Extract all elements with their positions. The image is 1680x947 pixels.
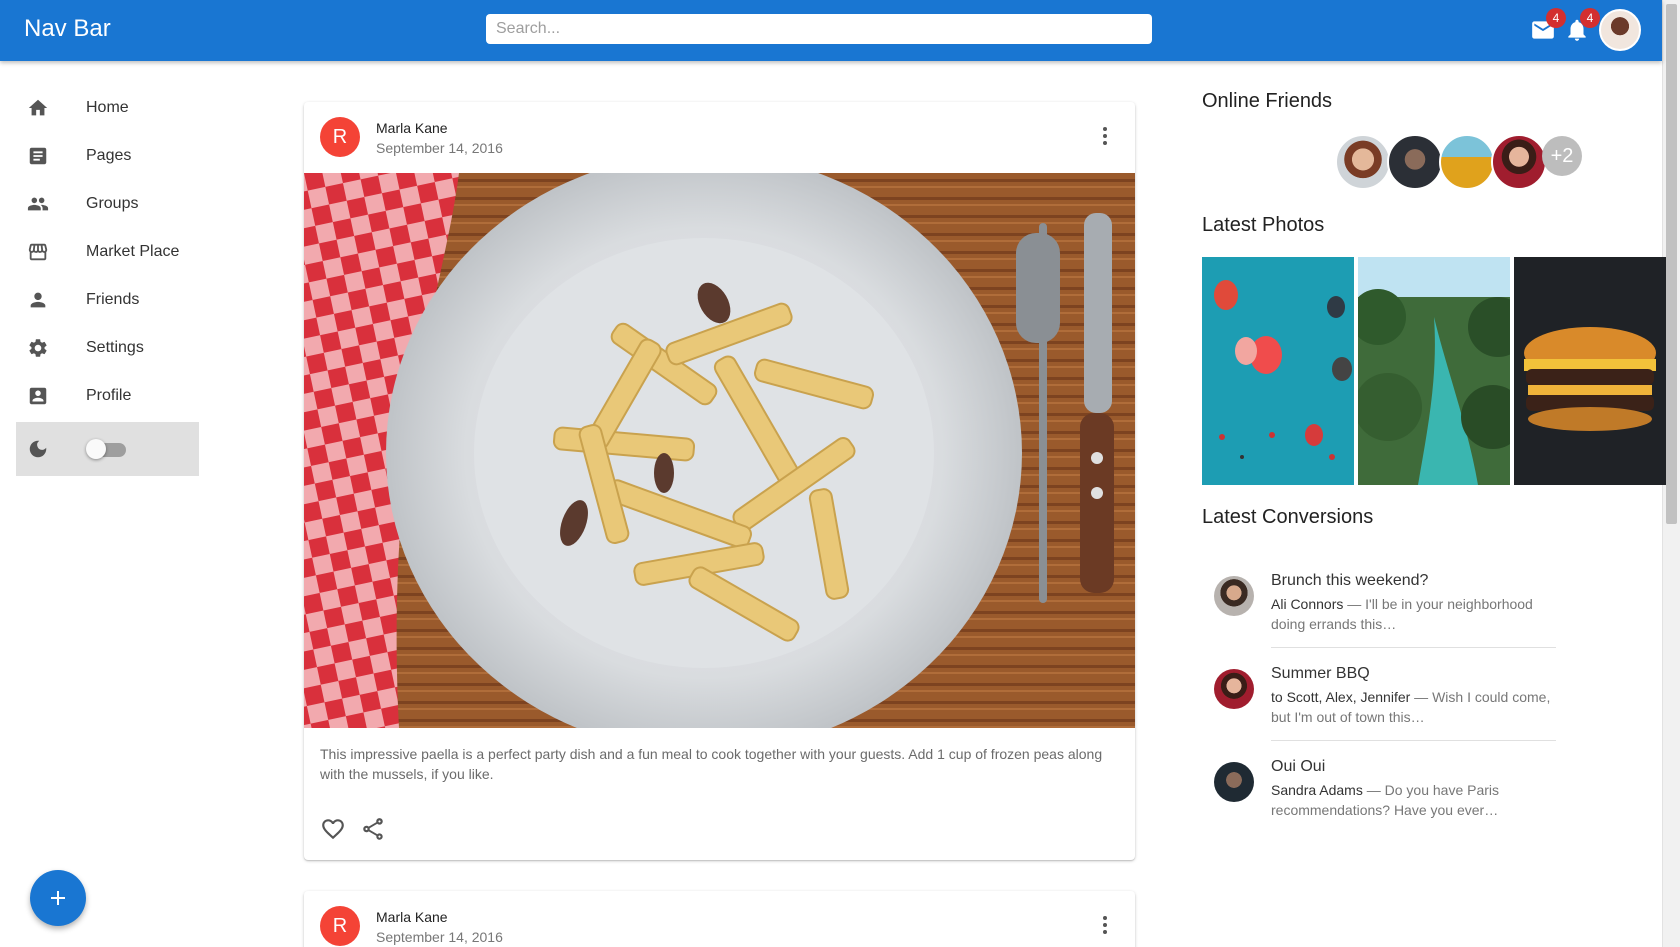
sidebar-item-label: Market Place [86, 243, 180, 260]
friend-avatar[interactable] [1335, 134, 1391, 190]
scrollbar-thumb[interactable] [1666, 4, 1677, 524]
conversation-avatar [1214, 576, 1254, 616]
dark-mode-row [16, 422, 199, 476]
person-icon [10, 289, 66, 311]
conversation-title: Summer BBQ [1271, 665, 1370, 682]
groups-icon [10, 193, 66, 215]
photo-burger[interactable] [1514, 257, 1666, 485]
conversation-avatar [1214, 762, 1254, 802]
sidebar-item-groups[interactable]: Groups [16, 180, 199, 228]
sidebar-item-friends[interactable]: Friends [16, 276, 199, 324]
post-date: September 14, 2016 [376, 140, 503, 156]
latest-conversions-title: Latest Conversions [1202, 506, 1374, 528]
moon-icon [10, 438, 66, 460]
sidebar-item-home[interactable]: Home [16, 84, 199, 132]
app-bar: Nav Bar 4 4 [0, 0, 1662, 61]
post-author: Marla Kane [376, 120, 448, 136]
conversation-title: Brunch this weekend? [1271, 572, 1429, 589]
share-icon [363, 818, 383, 840]
post-avatar[interactable]: R [320, 906, 360, 946]
heart-outline-icon [322, 819, 344, 840]
post-text: This impressive paella is a perfect part… [320, 746, 1103, 782]
latest-photos-title: Latest Photos [1202, 214, 1325, 236]
settings-icon [10, 337, 66, 359]
sidebar-item-market-place[interactable]: Market Place [16, 228, 199, 276]
mail-badge: 4 [1546, 8, 1566, 28]
post-card: R Marla Kane September 14, 2016 [304, 102, 1135, 860]
search-input[interactable] [486, 14, 1152, 44]
notifications-badge: 4 [1580, 8, 1600, 28]
sidebar-item-settings[interactable]: Settings [16, 324, 199, 372]
conversation-sender: Ali Connors [1271, 596, 1344, 612]
divider [1271, 647, 1556, 648]
sidebar-item-pages[interactable]: Pages [16, 132, 199, 180]
mail-button[interactable]: 4 [1530, 8, 1566, 43]
photo-river[interactable] [1358, 257, 1510, 485]
conversation-preview: Sandra Adams — Do you have Paris recomme… [1271, 780, 1556, 820]
favorite-button[interactable] [320, 816, 346, 842]
post-card: R Marla Kane September 14, 2016 [304, 891, 1135, 947]
more-vert-icon[interactable] [1093, 913, 1117, 937]
conversation-sender: to Scott, Alex, Jennifer [1271, 689, 1411, 705]
conversation-preview: to Scott, Alex, Jennifer — Wish I could … [1271, 687, 1556, 727]
add-button[interactable] [30, 870, 86, 926]
account-box-icon [10, 385, 66, 407]
post-actions [304, 798, 1135, 860]
sidebar-item-label: Profile [86, 387, 132, 404]
more-friends-badge[interactable]: +2 [1542, 136, 1582, 176]
storefront-icon [10, 241, 66, 263]
post-author: Marla Kane [376, 909, 448, 925]
post-header: R Marla Kane September 14, 2016 [304, 891, 1135, 947]
friend-avatar[interactable] [1387, 134, 1443, 190]
friend-avatar[interactable] [1491, 134, 1547, 190]
sidebar-item-label: Pages [86, 147, 132, 164]
notifications-button[interactable]: 4 [1564, 8, 1600, 43]
conversation-preview: Ali Connors — I'll be in your neighborho… [1271, 594, 1556, 634]
article-icon [10, 145, 66, 167]
conversation-avatar [1214, 669, 1254, 709]
home-icon [10, 97, 66, 119]
post-image [304, 173, 1135, 728]
sidebar-item-label: Friends [86, 291, 140, 308]
app-title: Nav Bar [24, 15, 111, 42]
post-avatar[interactable]: R [320, 117, 360, 157]
sidebar-item-profile[interactable]: Profile [16, 372, 199, 420]
dark-mode-switch[interactable] [86, 438, 130, 460]
conversation-item[interactable]: Brunch this weekend? Ali Connors — I'll … [1214, 572, 1559, 652]
share-button[interactable] [360, 816, 386, 842]
user-avatar[interactable] [1599, 9, 1641, 51]
sidebar: Home Pages Groups Market Place Friends S… [16, 84, 199, 476]
conversation-item[interactable]: Oui Oui Sandra Adams — Do you have Paris… [1214, 758, 1559, 838]
friend-avatar[interactable] [1439, 134, 1495, 190]
post-header: R Marla Kane September 14, 2016 [304, 102, 1135, 173]
divider [1271, 740, 1556, 741]
more-vert-icon[interactable] [1093, 124, 1117, 148]
conversation-sender: Sandra Adams [1271, 782, 1363, 798]
sidebar-item-label: Settings [86, 339, 144, 356]
switch-thumb [86, 439, 106, 459]
photo-balloons[interactable] [1202, 257, 1354, 485]
add-icon [51, 891, 65, 905]
post-date: September 14, 2016 [376, 929, 503, 945]
conversation-title: Oui Oui [1271, 758, 1326, 775]
sidebar-item-label: Groups [86, 195, 139, 212]
sidebar-item-label: Home [86, 99, 129, 116]
conversation-item[interactable]: Summer BBQ to Scott, Alex, Jennifer — Wi… [1214, 665, 1559, 745]
online-friends-title: Online Friends [1202, 90, 1333, 112]
